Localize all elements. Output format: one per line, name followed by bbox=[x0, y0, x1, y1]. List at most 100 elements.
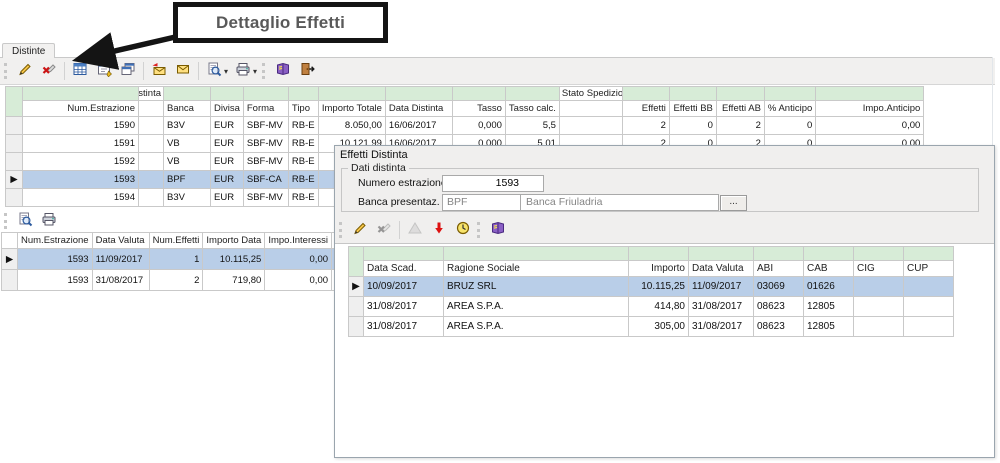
grid-corner bbox=[2, 233, 18, 249]
down-arrow-red-button[interactable] bbox=[427, 219, 451, 241]
column-header[interactable]: Effetti BB bbox=[669, 101, 716, 117]
row-marker: ▶ bbox=[349, 277, 364, 297]
send-mail-button[interactable] bbox=[147, 60, 171, 82]
table-row[interactable]: 31/08/2017AREA S.P.A.305,0031/08/2017086… bbox=[349, 317, 954, 337]
column-header[interactable]: Forma bbox=[243, 101, 288, 117]
column-header[interactable]: CAB bbox=[804, 261, 854, 277]
column-header[interactable]: Tasso calc. bbox=[505, 101, 559, 117]
banca-name-field[interactable]: Banca Friuladria bbox=[520, 194, 719, 211]
column-header[interactable]: Data Valuta bbox=[92, 233, 149, 249]
cell: 31/08/2017 bbox=[689, 297, 754, 317]
column-header[interactable]: Num.Estrazione bbox=[23, 101, 139, 117]
table-row[interactable]: ▶159311/09/2017110.115,250,000 bbox=[2, 249, 381, 270]
cell: VB bbox=[164, 153, 211, 171]
column-header[interactable]: ABI bbox=[754, 261, 804, 277]
table-row[interactable]: 1590B3VEURSBF-MVRB-E8.050,0016/06/20170,… bbox=[6, 117, 924, 135]
cell: 1591 bbox=[23, 135, 139, 153]
column-header[interactable]: Data Distinta bbox=[385, 101, 452, 117]
column-header[interactable]: Importo Totale bbox=[318, 101, 385, 117]
column-header[interactable]: Impo.Anticipo bbox=[816, 101, 924, 117]
print-preview-button[interactable] bbox=[202, 60, 226, 82]
edit-pencil-button[interactable] bbox=[13, 60, 37, 82]
numero-estrazione-field[interactable]: 1593 bbox=[442, 175, 544, 192]
cell: BPF bbox=[164, 171, 211, 189]
lower-toolbar bbox=[2, 210, 61, 232]
toolbar-grip bbox=[4, 213, 9, 229]
column-header[interactable]: Importo Data bbox=[203, 233, 265, 249]
cell: 0,000 bbox=[452, 117, 505, 135]
cell: 5,5 bbox=[505, 117, 559, 135]
cancel-edit-button[interactable] bbox=[37, 60, 61, 82]
column-header[interactable]: Num.Effetti bbox=[149, 233, 203, 249]
exit-door-button[interactable] bbox=[295, 60, 319, 82]
toolbar-separator bbox=[399, 221, 400, 239]
column-header[interactable]: Importo bbox=[629, 261, 689, 277]
edit-pencil-button[interactable] bbox=[348, 219, 372, 241]
cancel-edit-button[interactable] bbox=[372, 219, 396, 241]
table-row[interactable]: 31/08/2017AREA S.P.A.414,8031/08/2017086… bbox=[349, 297, 954, 317]
cascade-windows-icon bbox=[120, 61, 136, 82]
browse-bank-button[interactable]: ... bbox=[720, 195, 747, 211]
print-button[interactable] bbox=[37, 210, 61, 232]
dropdown-arrow-icon[interactable]: ▾ bbox=[224, 67, 228, 76]
column-header[interactable]: Divisa bbox=[211, 101, 244, 117]
effetti-distinta-window: Effetti Distinta Dati distinta Numero es… bbox=[334, 145, 995, 458]
table-button[interactable] bbox=[68, 60, 92, 82]
column-header[interactable] bbox=[139, 101, 164, 117]
column-header[interactable]: Data Valuta bbox=[689, 261, 754, 277]
column-header[interactable]: CUP bbox=[904, 261, 954, 277]
cell bbox=[559, 117, 622, 135]
column-header[interactable]: Effetti AB bbox=[716, 101, 764, 117]
print-preview-icon bbox=[206, 61, 222, 82]
cell: 11/09/2017 bbox=[689, 277, 754, 297]
column-header[interactable]: Tipo bbox=[288, 101, 318, 117]
cell: RB-E bbox=[288, 153, 318, 171]
numero-estrazione-label: Numero estrazione bbox=[358, 177, 447, 189]
column-header[interactable]: Effetti bbox=[622, 101, 669, 117]
column-header[interactable]: Ragione Sociale bbox=[444, 261, 629, 277]
mail-button[interactable] bbox=[171, 60, 195, 82]
toolbar-separator bbox=[143, 62, 144, 80]
column-header[interactable]: % Anticipo bbox=[764, 101, 815, 117]
column-header[interactable]: Tasso bbox=[452, 101, 505, 117]
grid-header-row: Num.EstrazioneData ValutaNum.EffettiImpo… bbox=[2, 233, 381, 249]
cell: 31/08/2017 bbox=[364, 317, 444, 337]
cell: SBF-MV bbox=[243, 189, 288, 207]
cancel-edit-icon bbox=[41, 61, 57, 82]
column-header[interactable]: Data Scad. bbox=[364, 261, 444, 277]
dropdown-arrow-icon[interactable]: ▾ bbox=[253, 67, 257, 76]
callout-label: Dettaglio Effetti bbox=[216, 13, 345, 33]
table-row[interactable]: ▶10/09/2017BRUZ SRL10.115,2511/09/201703… bbox=[349, 277, 954, 297]
column-header[interactable]: Impo.Interessi bbox=[265, 233, 332, 249]
clock-icon bbox=[455, 220, 471, 241]
help-book-button[interactable] bbox=[271, 60, 295, 82]
cell: 08623 bbox=[754, 317, 804, 337]
cell: 31/08/2017 bbox=[689, 317, 754, 337]
column-header[interactable]: Num.Estrazione bbox=[18, 233, 93, 249]
banca-code-field[interactable]: BPF bbox=[442, 194, 522, 211]
table-row[interactable]: 159331/08/20172719,800,000 bbox=[2, 270, 381, 291]
cell bbox=[854, 297, 904, 317]
detail-form-button[interactable] bbox=[92, 60, 116, 82]
cell: AREA S.P.A. bbox=[444, 317, 629, 337]
toolbar-separator bbox=[64, 62, 65, 80]
cell: 31/08/2017 bbox=[92, 270, 149, 291]
tab-distinte[interactable]: Distinte bbox=[2, 43, 55, 58]
print-button[interactable] bbox=[231, 60, 255, 82]
cell: RB-E bbox=[288, 189, 318, 207]
column-header[interactable]: CIG bbox=[854, 261, 904, 277]
dati-distinta-groupbox: Dati distinta Numero estrazione 1593 Ban… bbox=[341, 168, 979, 212]
warning-triangle-button[interactable] bbox=[403, 219, 427, 241]
cell: RB-E bbox=[288, 135, 318, 153]
print-preview-button[interactable] bbox=[13, 210, 37, 232]
column-header[interactable] bbox=[559, 101, 622, 117]
help-book-icon bbox=[275, 61, 291, 82]
cell: 12805 bbox=[804, 297, 854, 317]
cell: 01626 bbox=[804, 277, 854, 297]
column-header[interactable]: Banca bbox=[164, 101, 211, 117]
help-book-icon bbox=[490, 220, 506, 241]
cascade-windows-button[interactable] bbox=[116, 60, 140, 82]
help-book-button[interactable] bbox=[486, 219, 510, 241]
clock-button[interactable] bbox=[451, 219, 475, 241]
groupbox-label: Dati distinta bbox=[348, 162, 409, 174]
